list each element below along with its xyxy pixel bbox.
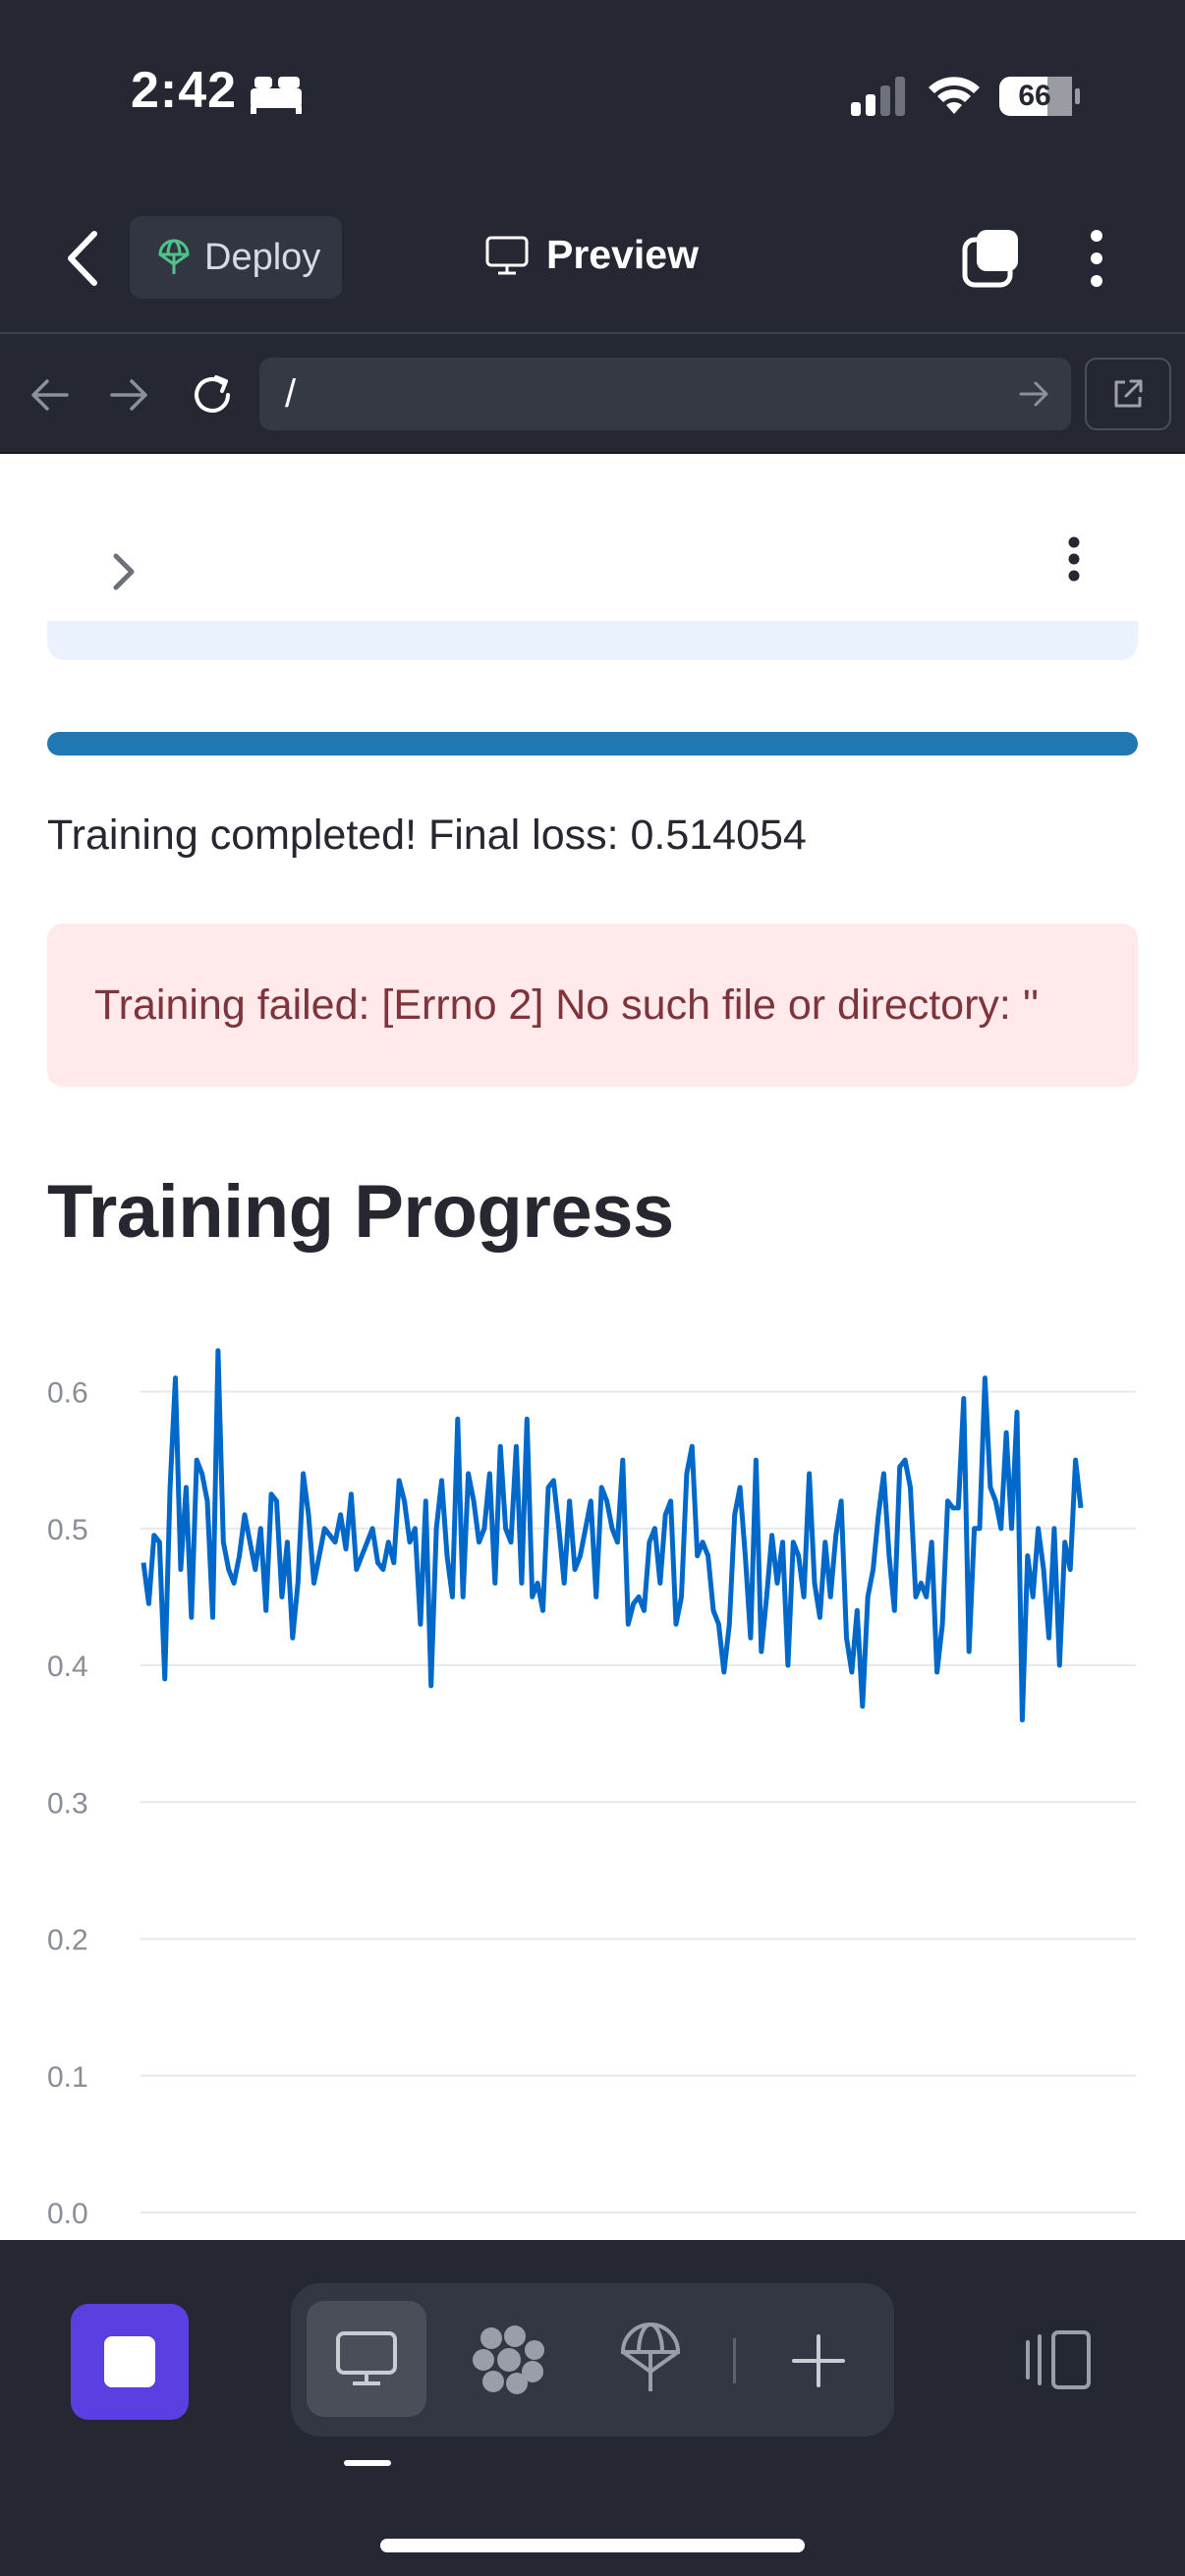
y-tick-label: 0.4: [47, 1651, 88, 1683]
y-tick-label: 0.5: [47, 1514, 88, 1546]
toolbar-divider: [733, 2338, 736, 2383]
y-tick-label: 0.6: [47, 1377, 88, 1410]
layout-toggle-icon[interactable]: [1018, 2328, 1093, 2391]
tool-preview[interactable]: [307, 2301, 426, 2417]
sleep-focus-icon: [251, 77, 302, 114]
home-indicator: [380, 2539, 805, 2552]
info-alert: [47, 621, 1138, 660]
battery-indicator: 66: [998, 75, 1081, 118]
browser-forward-icon[interactable]: [108, 375, 151, 415]
add-icon[interactable]: [790, 2332, 847, 2389]
wifi-icon: [929, 77, 980, 114]
battery-level: 66: [1018, 80, 1051, 112]
reload-icon[interactable]: [189, 371, 236, 419]
more-options-icon[interactable]: [1081, 228, 1112, 289]
divider: [0, 452, 1185, 454]
back-chevron-icon[interactable]: [59, 224, 108, 293]
y-tick-label: 0.0: [47, 2198, 88, 2230]
stop-button[interactable]: [71, 2304, 189, 2420]
active-tab-indicator: [344, 2460, 391, 2466]
app-menu-icon[interactable]: [1063, 536, 1085, 582]
cellular-signal-icon: [851, 77, 905, 116]
agents-icon[interactable]: [472, 2324, 546, 2395]
section-title: Training Progress: [47, 1170, 674, 1254]
deploy-label: Deploy: [204, 236, 321, 278]
external-link-icon: [1114, 379, 1143, 408]
error-alert: Training failed: [Errno 2] No such file …: [47, 924, 1138, 1087]
deploy-icon: [158, 239, 190, 274]
browser-back-icon[interactable]: [28, 375, 71, 415]
progress-bar: [47, 732, 1138, 756]
monitor-icon: [485, 236, 529, 274]
y-tick-label: 0.3: [47, 1787, 88, 1820]
open-external-button[interactable]: [1085, 358, 1171, 430]
preview-label: Preview: [546, 232, 699, 277]
line-chart: 0.0 0.1 0.2 0.3 0.4 0.5 0.6: [47, 1348, 1136, 2230]
sidebar-expand-icon[interactable]: [106, 550, 141, 593]
deploy-icon[interactable]: [619, 2321, 682, 2395]
stop-icon: [104, 2336, 155, 2387]
status-message: Training completed! Final loss: 0.514054: [47, 812, 807, 859]
url-text: /: [285, 371, 297, 416]
tabs-icon[interactable]: [961, 226, 1022, 289]
monitor-icon: [336, 2331, 397, 2385]
error-message: Training failed: [Errno 2] No such file …: [94, 980, 1040, 1029]
deploy-button[interactable]: Deploy: [130, 216, 342, 299]
url-input[interactable]: /: [259, 358, 1071, 430]
y-tick-label: 0.2: [47, 1925, 88, 1957]
preview-title: Preview: [485, 232, 699, 278]
go-arrow-icon[interactable]: [1018, 378, 1051, 410]
y-tick-label: 0.1: [47, 2061, 88, 2094]
status-time: 2:42: [131, 62, 238, 119]
